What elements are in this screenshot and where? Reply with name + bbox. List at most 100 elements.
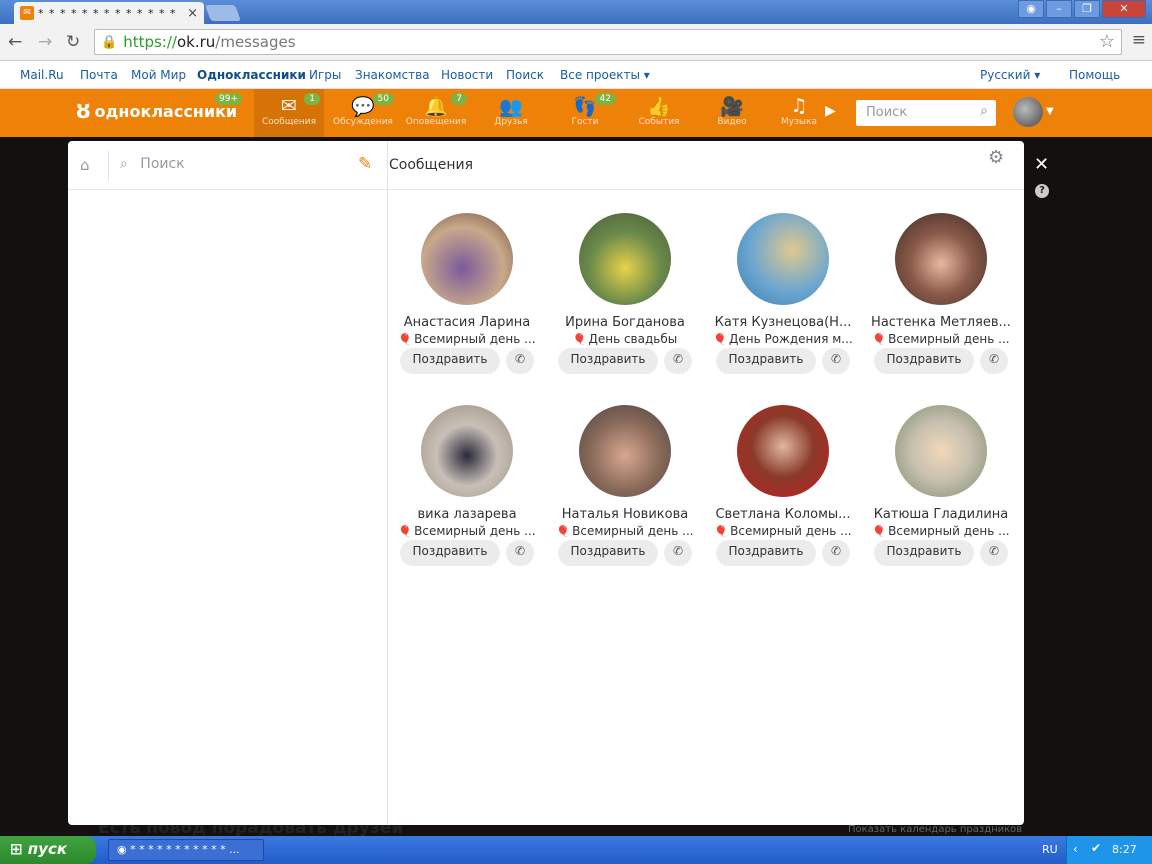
congratulate-button[interactable]: Поздравить — [874, 540, 974, 566]
user-icon[interactable]: ◉ — [1018, 0, 1044, 18]
friend-photo[interactable] — [579, 405, 671, 497]
maximize-button[interactable]: ❐ — [1074, 0, 1100, 18]
compose-icon[interactable]: ✎ — [358, 154, 372, 174]
friend-photo[interactable] — [737, 405, 829, 497]
balloons-icon: 🎈 — [872, 525, 887, 538]
nav-discussions[interactable]: 💬 Обсуждения 50 — [328, 89, 398, 137]
bookmark-star-icon[interactable]: ☆ — [1099, 31, 1115, 52]
messages-search-input[interactable]: ⌕ Поиск — [120, 156, 185, 172]
portal-link-mailru[interactable]: Mail.Ru — [20, 68, 64, 82]
browser-menu-icon[interactable]: ≡ — [1132, 30, 1146, 50]
nav-label: Обсуждения — [333, 117, 393, 127]
search-icon[interactable]: ⌕ — [980, 103, 988, 119]
nav-messages[interactable]: ✉ Сообщения 1 — [254, 89, 324, 137]
event-label: 🎈 Всемирный день ... — [550, 524, 700, 538]
network-icon[interactable]: ✔ — [1091, 841, 1101, 855]
lock-icon: 🔒 — [101, 34, 118, 50]
event-label: 🎈 Всемирный день ... — [708, 524, 858, 538]
language-select[interactable]: Русский ▾ — [980, 68, 1040, 82]
friend-name[interactable]: Светлана Коломы... — [708, 507, 858, 522]
friend-name[interactable]: Настенка Метляев... — [866, 315, 1016, 330]
minimize-button[interactable]: – — [1046, 0, 1072, 18]
portal-link-games[interactable]: Игры — [309, 68, 341, 82]
nav-video[interactable]: 🎥 Видео — [697, 89, 767, 137]
ok-search-input[interactable]: Поиск ⌕ — [856, 100, 996, 126]
phone-icon[interactable]: ✆ — [664, 348, 692, 374]
start-button[interactable]: ⊞ пуск — [0, 836, 96, 864]
search-placeholder: Поиск — [140, 156, 185, 172]
event-label: 🎈 Всемирный день ... — [392, 524, 542, 538]
phone-icon[interactable]: ✆ — [506, 348, 534, 374]
calendar-link[interactable]: Показать календарь праздников — [848, 824, 1022, 835]
url-bar[interactable]: 🔒 https:// ok.ru /messages ☆ — [94, 29, 1122, 55]
phone-icon[interactable]: ✆ — [822, 540, 850, 566]
friend-name[interactable]: Катя Кузнецова(Н... — [708, 315, 858, 330]
reload-icon[interactable]: ↻ — [66, 32, 80, 52]
congratulate-button[interactable]: Поздравить — [400, 348, 500, 374]
portal-link-help[interactable]: Помощь — [1069, 68, 1120, 82]
home-icon[interactable]: ⌂ — [80, 156, 90, 174]
nav-events[interactable]: 👍 События — [624, 89, 694, 137]
friend-photo[interactable] — [737, 213, 829, 305]
user-avatar[interactable] — [1013, 97, 1043, 127]
language-indicator[interactable]: RU — [1042, 843, 1058, 856]
taskbar-item-chrome[interactable]: ◉ * * * * * * * * * * * ... — [108, 839, 264, 861]
nav-music[interactable]: ♫ Музыка — [764, 89, 834, 137]
browser-titlebar: ✉ * * * * * * * * * * * * * × ◉ – ❐ ✕ — [0, 0, 1152, 24]
portal-link-ok[interactable]: Одноклассники — [197, 68, 306, 82]
congratulate-button[interactable]: Поздравить — [558, 348, 658, 374]
friend-card: Катюша Гладилина 🎈 Всемирный день ... Поз… — [866, 405, 1016, 566]
congratulate-button[interactable]: Поздравить — [716, 540, 816, 566]
mail-favicon-icon: ✉ — [20, 6, 34, 20]
friend-photo[interactable] — [421, 213, 513, 305]
nav-friends[interactable]: 👥 Друзья — [476, 89, 546, 137]
close-icon[interactable]: ✕ — [1034, 154, 1049, 175]
portal-link-search[interactable]: Поиск — [506, 68, 544, 82]
help-icon[interactable]: ? — [1035, 184, 1049, 198]
event-text: Всемирный день ... — [414, 524, 536, 538]
play-icon[interactable]: ▶ — [825, 103, 836, 119]
window-close-button[interactable]: ✕ — [1102, 0, 1146, 18]
friend-photo[interactable] — [895, 405, 987, 497]
phone-icon[interactable]: ✆ — [664, 540, 692, 566]
nav-label: События — [638, 117, 680, 127]
phone-icon[interactable]: ✆ — [980, 348, 1008, 374]
phone-icon[interactable]: ✆ — [506, 540, 534, 566]
back-arrow-icon[interactable]: ← — [8, 32, 22, 52]
portal-link-news[interactable]: Новости — [441, 68, 493, 82]
congratulate-button[interactable]: Поздравить — [874, 348, 974, 374]
phone-icon[interactable]: ✆ — [980, 540, 1008, 566]
phone-icon[interactable]: ✆ — [822, 348, 850, 374]
new-tab-button[interactable] — [205, 5, 241, 21]
nav-guests[interactable]: 👣 Гости 42 — [550, 89, 620, 137]
congratulate-button[interactable]: Поздравить — [558, 540, 658, 566]
forward-arrow-icon[interactable]: → — [38, 32, 52, 52]
portal-link-moimir[interactable]: Мой Мир — [131, 68, 186, 82]
nav-label: Оповещения — [405, 117, 467, 127]
event-text: Всемирный день ... — [888, 332, 1010, 346]
browser-tab[interactable]: ✉ * * * * * * * * * * * * * × — [14, 2, 204, 24]
tray-expand-icon[interactable]: ‹ — [1073, 842, 1078, 856]
portal-link-all-projects[interactable]: Все проекты ▾ — [560, 68, 650, 82]
friend-photo[interactable] — [579, 213, 671, 305]
video-icon: 🎥 — [720, 96, 744, 118]
friend-photo[interactable] — [421, 405, 513, 497]
portal-link-dating[interactable]: Знакомства — [355, 68, 430, 82]
portal-link-mail[interactable]: Почта — [80, 68, 118, 82]
friend-name[interactable]: Анастасия Ларина — [392, 315, 542, 330]
friend-photo[interactable] — [895, 213, 987, 305]
friend-name[interactable]: вика лазарева — [392, 507, 542, 522]
gear-icon[interactable]: ⚙ — [988, 147, 1004, 168]
friend-name[interactable]: Ирина Богданова — [550, 315, 700, 330]
event-text: День Рождения м... — [728, 332, 853, 346]
nav-notifications[interactable]: 🔔 Оповещения 7 — [401, 89, 471, 137]
page-title: Сообщения — [389, 157, 474, 173]
congratulate-button[interactable]: Поздравить — [716, 348, 816, 374]
congratulate-button[interactable]: Поздравить — [400, 540, 500, 566]
ok-logo[interactable]: ȣ одноклассники — [76, 99, 237, 124]
nav-badge: 1 — [304, 93, 320, 105]
chevron-down-icon[interactable]: ▼ — [1046, 106, 1054, 117]
friend-name[interactable]: Наталья Новикова — [550, 507, 700, 522]
friend-name[interactable]: Катюша Гладилина — [866, 507, 1016, 522]
tab-close-icon[interactable]: × — [187, 6, 198, 21]
